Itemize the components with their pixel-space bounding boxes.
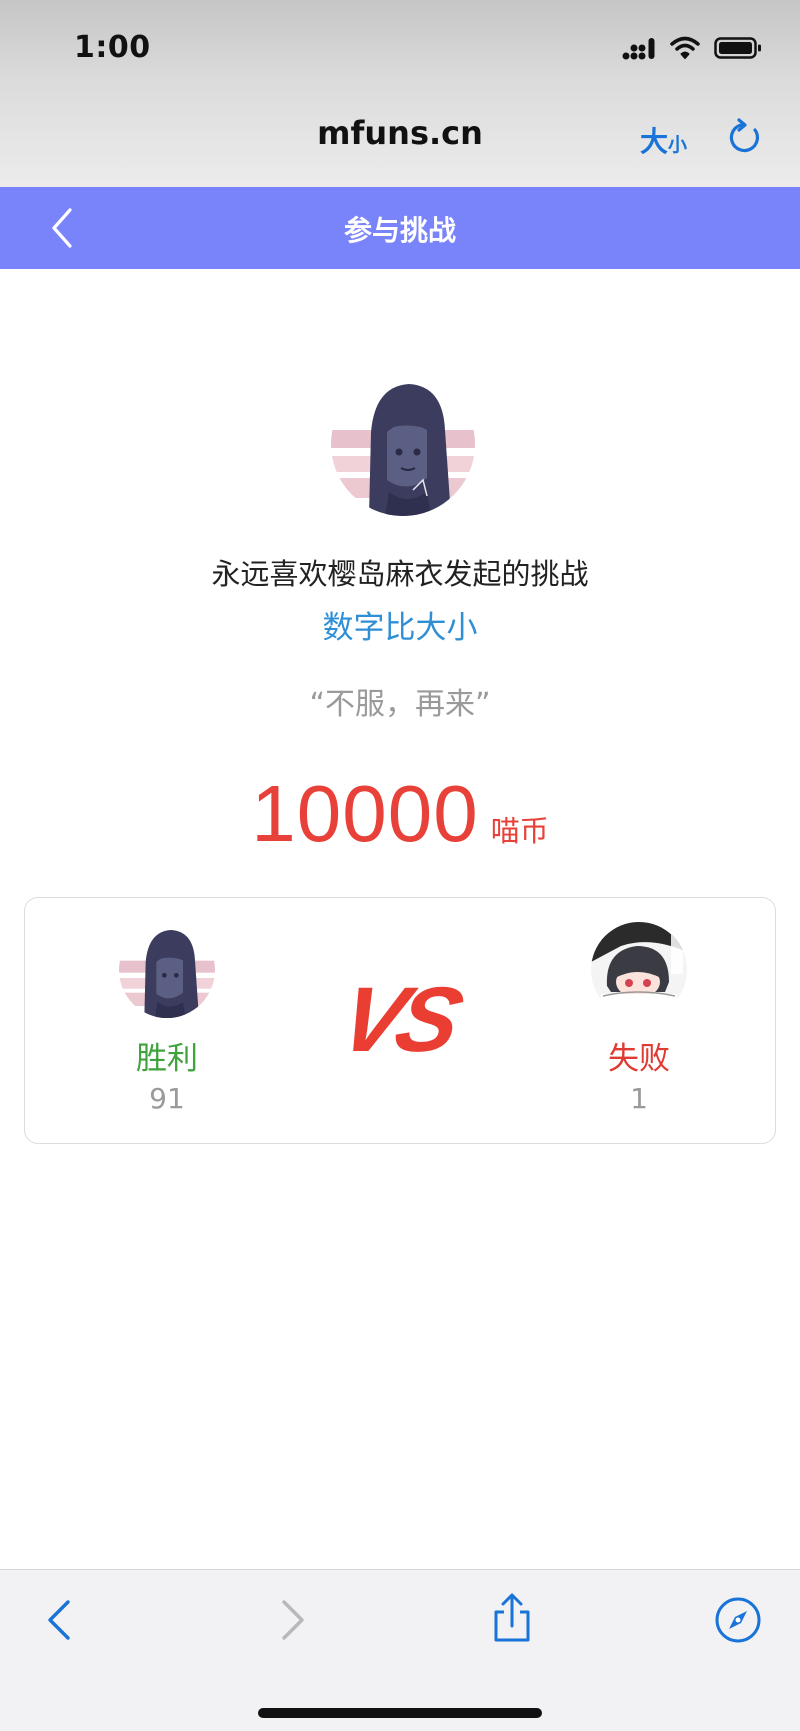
app-nav-bar: 参与挑战 bbox=[0, 187, 800, 269]
browser-top-bar: 1:00 mfuns.cn 大小 bbox=[0, 0, 800, 187]
stake-unit: 喵币 bbox=[490, 814, 549, 848]
record-card: 胜利 91 VS 失败 1 bbox=[24, 897, 776, 1144]
challenger-avatar[interactable] bbox=[331, 372, 475, 516]
stake-display: 10000 喵币 bbox=[0, 768, 800, 860]
vs-mark: VS bbox=[330, 969, 467, 1071]
page-title: 参与挑战 bbox=[343, 214, 456, 247]
text-size-big-label: 大 bbox=[640, 125, 669, 158]
winner-avatar[interactable] bbox=[119, 922, 215, 1018]
wifi-icon bbox=[670, 36, 700, 59]
winner-count: 91 bbox=[149, 1082, 185, 1115]
loser-avatar-image bbox=[591, 922, 687, 1018]
challenge-host-text: 永远喜欢樱岛麻衣发起的挑战 bbox=[211, 557, 589, 591]
text-size-button[interactable]: 大小 bbox=[640, 120, 687, 160]
cellular-signal-icon bbox=[622, 38, 655, 60]
winner-avatar-image bbox=[119, 922, 215, 1018]
challenger-avatar-image bbox=[331, 372, 475, 516]
status-icons bbox=[622, 36, 762, 60]
loser-count: 1 bbox=[630, 1082, 648, 1115]
loser-label: 失败 bbox=[608, 1041, 670, 1077]
back-icon[interactable] bbox=[36, 1594, 88, 1646]
text-size-small-label: 小 bbox=[668, 134, 688, 156]
winner-label: 胜利 bbox=[136, 1041, 198, 1077]
home-indicator[interactable] bbox=[258, 1708, 542, 1718]
status-time: 1:00 bbox=[74, 30, 151, 65]
game-name-link[interactable]: 数字比大小 bbox=[0, 602, 800, 647]
app-screen: 1:00 mfuns.cn 大小 参与挑战 永远喜欢樱岛麻衣发起的挑战 数字比大… bbox=[0, 0, 800, 1731]
challenge-slogan: “不服，再来” bbox=[309, 687, 491, 722]
loser-avatar[interactable] bbox=[591, 922, 687, 1018]
stake-amount: 10000 bbox=[251, 769, 479, 858]
reload-icon[interactable] bbox=[728, 117, 764, 157]
compass-icon[interactable] bbox=[712, 1594, 764, 1646]
battery-icon bbox=[714, 37, 761, 59]
share-icon[interactable] bbox=[486, 1592, 538, 1644]
forward-icon[interactable] bbox=[264, 1594, 316, 1646]
browser-bottom-toolbar bbox=[0, 1569, 800, 1731]
